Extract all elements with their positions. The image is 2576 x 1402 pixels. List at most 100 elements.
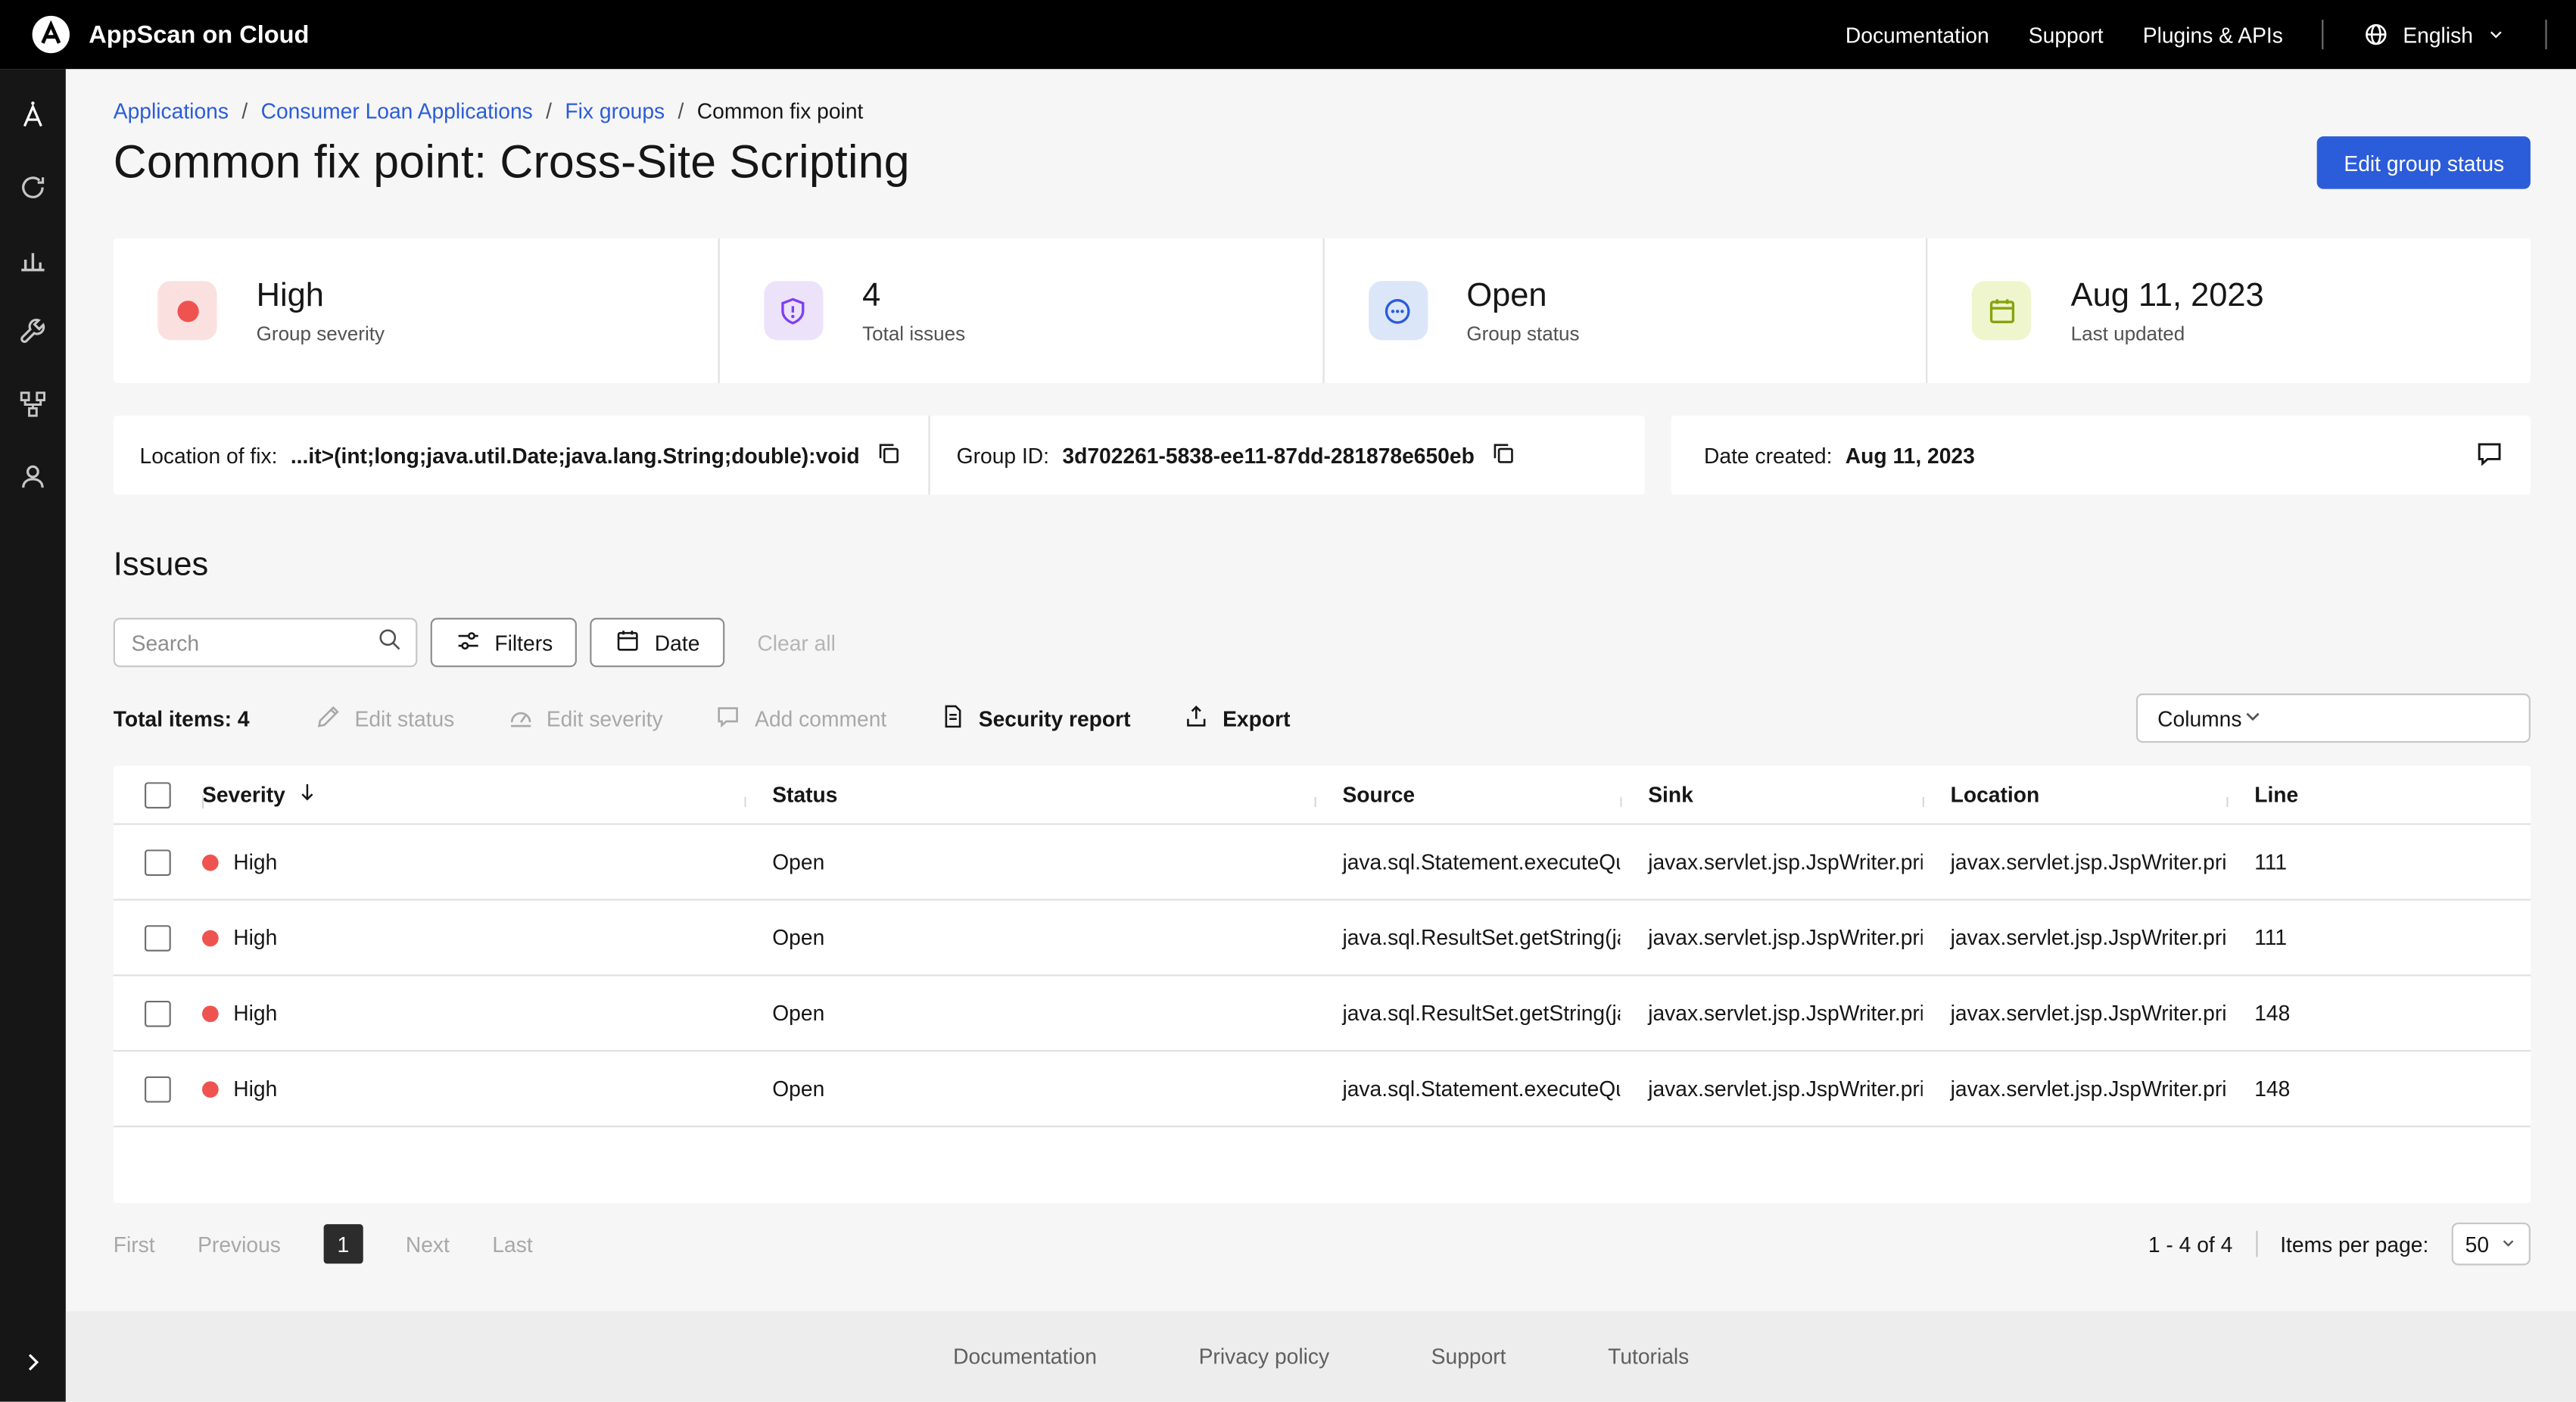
sidebar-item-applications[interactable] xyxy=(0,83,66,155)
header-source[interactable]: Source xyxy=(1315,782,1621,807)
footer-link-privacy-policy[interactable]: Privacy policy xyxy=(1199,1344,1330,1369)
edit-status-button[interactable]: Edit status xyxy=(315,703,454,734)
filters-button[interactable]: Filters xyxy=(431,618,578,667)
next-page-button[interactable]: Next xyxy=(406,1232,450,1257)
group-status-value: Open xyxy=(1466,277,1579,315)
footer-link-support[interactable]: Support xyxy=(1431,1344,1506,1369)
clear-all-button[interactable]: Clear all xyxy=(757,630,836,655)
location-value: ...it>(int;long;java.util.Date;java.lang… xyxy=(291,443,860,468)
header-line[interactable]: Line xyxy=(2226,782,2531,807)
brand: AppScan on Cloud xyxy=(30,13,309,55)
topbar-link-plugins[interactable]: Plugins & APIs xyxy=(2143,22,2283,47)
row-checkbox[interactable] xyxy=(145,924,171,951)
bar-chart-icon xyxy=(18,244,48,282)
group-id-value: 3d702261-5838-ee11-87dd-281878e650eb xyxy=(1062,443,1474,468)
add-comment-button[interactable]: Add comment xyxy=(715,703,886,734)
edit-group-status-button[interactable]: Edit group status xyxy=(2318,136,2531,188)
topbar-link-support[interactable]: Support xyxy=(2029,22,2104,47)
header-location[interactable]: Location xyxy=(1923,782,2227,807)
footer-link-documentation[interactable]: Documentation xyxy=(953,1344,1097,1369)
sidebar-item-organization[interactable] xyxy=(0,372,66,444)
sidebar-item-profile[interactable] xyxy=(0,444,66,516)
search-input[interactable] xyxy=(132,630,376,655)
filters-icon xyxy=(455,627,481,658)
header-sink[interactable]: Sink xyxy=(1620,782,1922,807)
language-selector[interactable]: English xyxy=(2363,21,2506,48)
items-per-page-select[interactable]: 50 xyxy=(2452,1223,2531,1265)
status-cell: Open xyxy=(744,1076,1314,1101)
columns-select[interactable]: Columns xyxy=(2136,693,2531,743)
edit-severity-label: Edit severity xyxy=(547,706,663,731)
current-page-button[interactable]: 1 xyxy=(323,1224,363,1263)
topbar-link-documentation[interactable]: Documentation xyxy=(1846,22,1989,47)
chevron-right-icon xyxy=(20,1348,46,1383)
severity-label: High xyxy=(233,925,277,950)
topbar-divider xyxy=(2322,20,2324,49)
header-severity[interactable]: Severity xyxy=(202,780,744,808)
row-checkbox[interactable] xyxy=(145,849,171,875)
breadcrumb: Applications / Consumer Loan Application… xyxy=(114,98,2531,123)
severity-high-dot-icon xyxy=(202,1080,219,1097)
total-issues-value: 4 xyxy=(862,277,965,315)
comments-button[interactable] xyxy=(2475,438,2504,472)
pagination: First Previous 1 Next Last 1 - 4 of 4 It… xyxy=(114,1223,2531,1265)
copy-icon xyxy=(1491,440,1518,471)
source-cell: java.sql.Statement.executeQu xyxy=(1315,849,1621,874)
table-row[interactable]: High Open java.sql.Statement.executeQu j… xyxy=(114,825,2531,901)
date-filter-button[interactable]: Date xyxy=(590,618,724,667)
severity-high-dot-icon xyxy=(202,930,219,946)
page-range-label: 1 - 4 of 4 xyxy=(2148,1232,2232,1257)
chevron-down-icon xyxy=(2241,704,2264,732)
row-checkbox-cell xyxy=(114,924,202,951)
footer-link-tutorials[interactable]: Tutorials xyxy=(1608,1344,1689,1369)
table-header: Severity Status Source Sink Location Lin… xyxy=(114,766,2531,825)
severity-label: High xyxy=(233,1001,277,1026)
status-cell: Open xyxy=(744,1001,1314,1026)
row-checkbox-cell xyxy=(114,849,202,875)
security-report-button[interactable]: Security report xyxy=(939,703,1131,734)
breadcrumb-consumer-loan[interactable]: Consumer Loan Applications xyxy=(261,98,533,123)
meta-row: Location of fix: ...it>(int;long;java.ut… xyxy=(114,416,2531,494)
group-id-label: Group ID: xyxy=(957,443,1049,468)
table-row[interactable]: High Open java.sql.ResultSet.getString(j… xyxy=(114,976,2531,1052)
issues-toolbar: Total items: 4 Edit status Edit severity xyxy=(114,693,2531,743)
select-all-checkbox[interactable] xyxy=(145,781,171,808)
row-checkbox[interactable] xyxy=(145,1076,171,1102)
sidebar-item-tools[interactable] xyxy=(0,299,66,372)
table-row[interactable]: High Open java.sql.Statement.executeQu j… xyxy=(114,1052,2531,1127)
scan-refresh-icon xyxy=(18,172,48,210)
top-bar: AppScan on Cloud Documentation Support P… xyxy=(0,0,2576,69)
row-checkbox[interactable] xyxy=(145,1000,171,1027)
summary-cards: High Group severity 4 Total issues xyxy=(114,238,2531,383)
breadcrumb-current: Common fix point xyxy=(697,98,864,123)
security-report-label: Security report xyxy=(979,706,1131,731)
previous-page-button[interactable]: Previous xyxy=(198,1232,281,1257)
header-status[interactable]: Status xyxy=(744,782,1314,807)
total-items-label: Total items: 4 xyxy=(114,706,250,731)
breadcrumb-applications[interactable]: Applications xyxy=(114,98,229,123)
export-button[interactable]: Export xyxy=(1183,703,1290,734)
severity-label: High xyxy=(233,1076,277,1101)
header-severity-label: Severity xyxy=(202,782,285,807)
page-title: Common fix point: Cross-Site Scripting xyxy=(114,136,910,188)
edit-severity-button[interactable]: Edit severity xyxy=(507,703,663,734)
breadcrumb-fix-groups[interactable]: Fix groups xyxy=(565,98,665,123)
first-page-button[interactable]: First xyxy=(114,1232,155,1257)
sink-cell: javax.servlet.jsp.JspWriter.pri xyxy=(1620,925,1922,950)
table-row[interactable]: High Open java.sql.ResultSet.getString(j… xyxy=(114,901,2531,977)
report-document-icon xyxy=(939,703,966,734)
table-empty-space xyxy=(114,1127,2531,1203)
wrench-icon xyxy=(18,316,48,354)
sidebar-item-dashboards[interactable] xyxy=(0,227,66,300)
severity-high-dot-icon xyxy=(202,1005,219,1021)
copy-group-id-button[interactable] xyxy=(1491,440,1518,471)
sink-cell: javax.servlet.jsp.JspWriter.pri xyxy=(1620,1001,1922,1026)
issues-table: Severity Status Source Sink Location Lin… xyxy=(114,766,2531,1203)
copy-location-button[interactable] xyxy=(876,440,902,471)
copy-icon xyxy=(876,440,902,471)
sidebar-item-scans[interactable] xyxy=(0,154,66,227)
sidebar-expand-button[interactable] xyxy=(0,1329,66,1402)
group-status-label: Group status xyxy=(1466,321,1579,344)
location-cell: javax.servlet.jsp.JspWriter.pri xyxy=(1923,849,2227,874)
last-page-button[interactable]: Last xyxy=(492,1232,532,1257)
